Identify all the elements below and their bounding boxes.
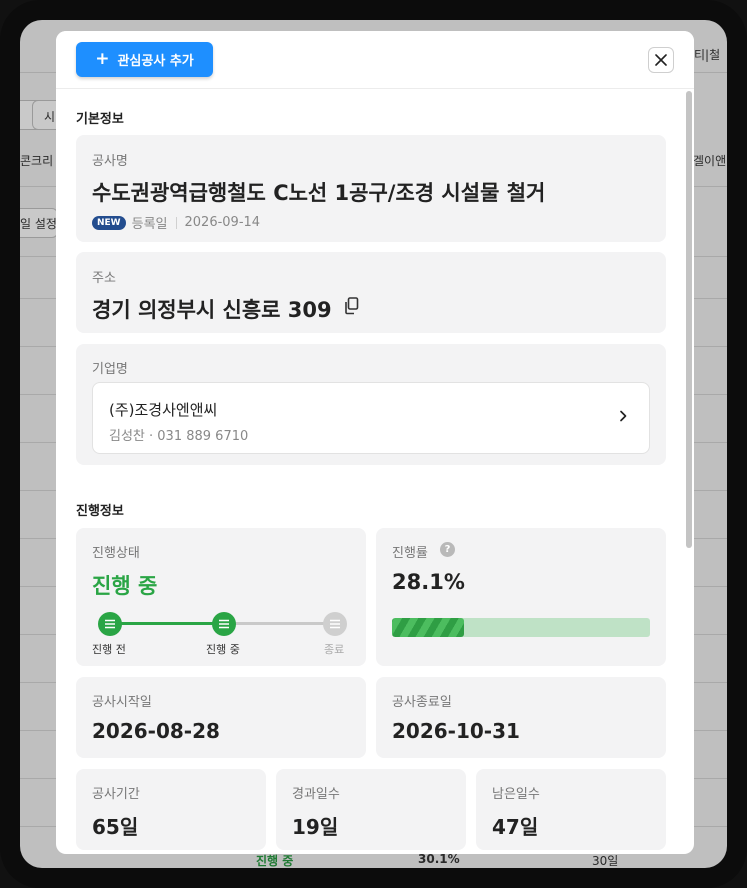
end-date-card: 공사종료일 2026-10-31 — [376, 677, 666, 758]
bg-left-text: 콘크리 — [20, 154, 54, 168]
end-date: 2026-10-31 — [392, 719, 520, 743]
bg-days-text: 30일 — [592, 854, 619, 868]
company-link[interactable]: (주)조경사엔앤씨 김성찬 · 031 889 6710 — [92, 382, 650, 454]
meta-divider — [175, 216, 177, 229]
address-card: 주소 경기 의정부시 신흥로 309 — [76, 252, 666, 333]
remaining-value: 47일 — [492, 815, 539, 839]
remaining-card: 남은일수 47일 — [476, 769, 666, 850]
company-card: 기업명 (주)조경사엔앤씨 김성찬 · 031 889 6710 — [76, 344, 666, 465]
step-dot-finished — [323, 612, 347, 636]
rate-card: 진행률 ? 28.1% — [376, 528, 666, 666]
company-label: 기업명 — [92, 362, 128, 377]
project-detail-modal: + 관심공사 추가 기본정보 공사명 수도권광역급행철도 C노선 1공구/조경 … — [56, 31, 694, 854]
bg-tab-text: 시 — [44, 110, 56, 124]
start-date: 2026-08-28 — [92, 719, 220, 743]
add-interest-project-button[interactable]: + 관심공사 추가 — [76, 42, 213, 77]
start-date-card: 공사시작일 2026-08-28 — [76, 677, 366, 758]
close-icon — [655, 54, 667, 66]
address-value: 경기 의정부시 신흥로 309 — [92, 298, 332, 322]
address-label: 주소 — [92, 271, 116, 286]
registered-meta: NEW 등록일 2026-09-14 — [92, 213, 260, 232]
elapsed-card: 경과일수 19일 — [276, 769, 466, 850]
elapsed-label: 경과일수 — [292, 787, 340, 802]
registered-date: 2026-09-14 — [184, 215, 261, 230]
elapsed-value: 19일 — [292, 815, 339, 839]
add-interest-project-label: 관심공사 추가 — [117, 54, 194, 69]
bg-rate-text: 30.1% — [418, 852, 460, 866]
status-value: 진행 중 — [92, 574, 158, 598]
modal-header: + 관심공사 추가 — [56, 31, 694, 89]
bg-right-text: 겔이앤 — [693, 154, 727, 168]
status-label: 진행상태 — [92, 546, 140, 561]
progress-info-section-title: 진행정보 — [76, 504, 124, 519]
step-dot-ongoing — [212, 612, 236, 636]
close-button[interactable] — [648, 47, 674, 73]
copy-icon[interactable] — [344, 297, 360, 319]
list-icon — [219, 619, 229, 629]
project-name-label: 공사명 — [92, 154, 128, 169]
new-badge: NEW — [92, 215, 126, 230]
bg-status-text: 진행 중 — [256, 854, 294, 868]
end-date-label: 공사종료일 — [392, 695, 452, 710]
start-date-label: 공사시작일 — [92, 695, 152, 710]
project-name: 수도권광역급행철도 C노선 1공구/조경 시설물 철거 — [92, 181, 546, 205]
period-label: 공사기간 — [92, 787, 140, 802]
list-icon — [330, 619, 340, 629]
period-value: 65일 — [92, 815, 139, 839]
bg-settings-text: 일 설정 — [20, 217, 57, 231]
basic-info-section-title: 기본정보 — [76, 112, 124, 127]
company-name: (주)조경사엔앤씨 — [109, 401, 218, 419]
bg-top-right-text: 티|철 — [694, 48, 721, 62]
help-icon[interactable]: ? — [440, 542, 455, 557]
rate-value: 28.1% — [392, 570, 465, 594]
status-card: 진행상태 진행 중 진행 전 진행 중 종료 — [76, 528, 366, 666]
step-dot-before — [98, 612, 122, 636]
step-label-ongoing: 진행 중 — [206, 643, 240, 656]
step-label-finished: 종료 — [324, 643, 345, 656]
remaining-label: 남은일수 — [492, 787, 540, 802]
list-icon — [105, 619, 115, 629]
scrollbar-thumb[interactable] — [686, 91, 692, 548]
progress-bar — [392, 618, 650, 637]
chevron-right-icon — [620, 410, 627, 422]
period-card: 공사기간 65일 — [76, 769, 266, 850]
device-frame: 시 티|철 콘크리 겔이앤 일 설정 진행 중 30.1% 30일 + 관심공사… — [0, 0, 747, 888]
step-label-before: 진행 전 — [92, 643, 126, 656]
step-line-complete — [109, 622, 224, 625]
step-line-pending — [224, 622, 334, 625]
progress-bar-fill — [392, 618, 464, 637]
company-contact: 김성찬 · 031 889 6710 — [109, 429, 249, 444]
project-name-card: 공사명 수도권광역급행철도 C노선 1공구/조경 시설물 철거 NEW 등록일 … — [76, 135, 666, 242]
plus-icon: + — [95, 49, 110, 69]
rate-label: 진행률 — [392, 546, 428, 561]
registered-label: 등록일 — [131, 217, 168, 232]
